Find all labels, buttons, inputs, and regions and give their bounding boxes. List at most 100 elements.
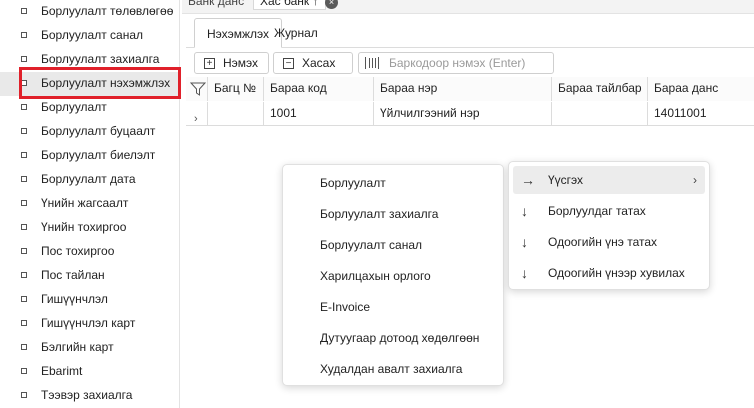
menu-item-sales-offer[interactable]: Борлуулалт санал xyxy=(283,231,503,259)
bullet-icon xyxy=(21,80,27,86)
menu-item-fetch-current-price-label: Одоогийн үнэ татах xyxy=(548,235,658,249)
bullet-icon xyxy=(21,296,27,302)
column-header-item-account[interactable]: Бараа данс xyxy=(648,77,754,101)
add-button-label: Нэмэх xyxy=(223,56,259,70)
tab-journal[interactable]: Журнал xyxy=(262,18,330,48)
grid-header-row: Багц № Бараа код Бараа нэр Бараа тайлбар… xyxy=(186,77,754,101)
bullet-icon xyxy=(21,224,27,230)
bullet-icon xyxy=(21,8,27,14)
sidebar-item-ebarimt[interactable]: Ebarimt xyxy=(0,360,179,384)
sidebar-item-label: Борлуулалт санал xyxy=(41,28,144,42)
cell-item-name[interactable]: Үйлчилгээний нэр xyxy=(374,102,552,126)
delete-button[interactable]: − Хасах xyxy=(273,52,353,74)
sidebar-item-sales[interactable]: Борлуулалт xyxy=(0,96,179,120)
sidebar-item-label: Тээвэр захиалга xyxy=(41,388,133,402)
menu-item-sales[interactable]: Борлуулалт xyxy=(283,169,503,197)
arrow-down-icon: ↓ xyxy=(521,265,528,281)
sidebar-item-sales-invoice[interactable]: Борлуулалт нэхэмжлэх xyxy=(0,72,179,96)
sidebar-item-label: Ebarimt xyxy=(41,364,83,378)
menu-item-create-label: Үүсгэх xyxy=(548,173,584,187)
filter-icon xyxy=(190,82,206,96)
table-row[interactable]: › 1001 Үйлчилгээний нэр 14011001 xyxy=(186,102,754,126)
sidebar-item-label: Борлуулалт дата xyxy=(41,172,136,186)
barcode-icon xyxy=(365,57,379,69)
sidebar-item-sales-data[interactable]: Борлуулалт дата xyxy=(0,168,179,192)
arrow-down-icon: ↓ xyxy=(521,234,528,250)
sidebar-nav: Борлуулалт төлөвлөгөө Борлуулалт санал Б… xyxy=(0,0,180,408)
bullet-icon xyxy=(21,152,27,158)
sidebar-item-membership[interactable]: Гишүүнчлэл xyxy=(0,288,179,312)
arrow-down-icon: ↓ xyxy=(521,203,528,219)
action-menu: → Үүсгэх › ↓ Борлуулдаг татах ↓ Одоогийн… xyxy=(508,161,710,290)
bullet-icon xyxy=(21,176,27,182)
bullet-icon xyxy=(21,272,27,278)
sidebar-item-label: Борлуулалт захиалга xyxy=(41,52,160,66)
sidebar-item-sales-offer[interactable]: Борлуулалт санал xyxy=(0,24,179,48)
menu-item-create[interactable]: → Үүсгэх › xyxy=(513,166,705,194)
row-expander[interactable]: › xyxy=(186,102,208,126)
sidebar-item-gift-card[interactable]: Бэлгийн карт xyxy=(0,336,179,360)
filter-cell[interactable] xyxy=(186,77,208,101)
bullet-icon xyxy=(21,368,27,374)
barcode-placeholder: Баркодоор нэмэх (Enter) xyxy=(389,56,526,70)
sidebar-item-transport-order[interactable]: Тээвэр захиалга xyxy=(0,384,179,408)
column-header-item-name[interactable]: Бараа нэр xyxy=(374,77,552,101)
bullet-icon xyxy=(21,320,27,326)
column-header-item-description[interactable]: Бараа тайлбар xyxy=(552,77,648,101)
sidebar-item-label: Пос тайлан xyxy=(41,268,105,282)
sidebar-item-label: Бэлгийн карт xyxy=(41,340,114,354)
sidebar-item-sales-return[interactable]: Борлуулалт буцаалт xyxy=(0,120,179,144)
bullet-icon xyxy=(21,200,27,206)
barcode-input[interactable]: Баркодоор нэмэх (Enter) xyxy=(358,52,554,74)
chevron-right-icon: › xyxy=(194,113,198,125)
sidebar-item-sales-fulfillment[interactable]: Борлуулалт биелэлт xyxy=(0,144,179,168)
sidebar-item-label: Пос тохиргоо xyxy=(41,244,115,258)
cell-batch-no[interactable] xyxy=(208,102,264,126)
bullet-icon xyxy=(21,344,27,350)
sidebar-item-label: Борлуулалт биелэлт xyxy=(41,148,156,162)
sidebar-item-price-list[interactable]: Үнийн жагсаалт xyxy=(0,192,179,216)
sidebar-item-label: Борлуулалт төлөвлөгөө xyxy=(41,4,174,18)
sidebar-item-label: Гишүүнчлэл xyxy=(41,292,108,306)
bullet-icon xyxy=(21,392,27,398)
sidebar-item-label: Үнийн жагсаалт xyxy=(41,196,129,210)
menu-item-e-invoice[interactable]: E-Invoice xyxy=(283,293,503,321)
cell-item-code[interactable]: 1001 xyxy=(264,102,374,126)
tab-bank-account[interactable]: Банк данс xyxy=(182,0,250,12)
menu-item-duplicate-current-price-label: Одоогийн үнээр хувилах xyxy=(548,266,685,280)
sidebar-item-label: Борлуулалт xyxy=(41,100,107,114)
cell-item-description[interactable] xyxy=(552,102,648,126)
arrow-right-icon: → xyxy=(521,172,535,188)
sidebar-item-label: Борлуулалт нэхэмжлэх xyxy=(41,76,171,90)
sidebar-item-sales-order[interactable]: Борлуулалт захиалга xyxy=(0,48,179,72)
column-header-item-code[interactable]: Бараа код xyxy=(264,77,374,101)
menu-item-customer-income[interactable]: Харилцахын орлого xyxy=(283,262,503,290)
minus-icon: − xyxy=(283,57,294,69)
menu-item-fetch-current-price[interactable]: ↓ Одоогийн үнэ татах xyxy=(509,228,709,256)
bullet-icon xyxy=(21,128,27,134)
menu-item-fetch-sold-label: Борлуулдаг татах xyxy=(548,204,646,218)
context-menu: Борлуулалт Борлуулалт захиалга Борлуулал… xyxy=(282,164,504,386)
sidebar-item-pos-report[interactable]: Пос тайлан xyxy=(0,264,179,288)
bullet-icon xyxy=(21,248,27,254)
menu-item-purchase-order[interactable]: Худалдан авалт захиалга xyxy=(283,355,503,383)
menu-item-fetch-sold[interactable]: ↓ Борлуулдаг татах xyxy=(509,197,709,225)
menu-item-duplicate-current-price[interactable]: ↓ Одоогийн үнээр хувилах xyxy=(509,259,709,287)
menu-item-sales-order[interactable]: Борлуулалт захиалга xyxy=(283,200,503,228)
sidebar-item-sales-plan[interactable]: Борлуулалт төлөвлөгөө xyxy=(0,0,179,24)
sidebar-item-label: Гишүүнчлэл карт xyxy=(41,316,136,330)
bullet-icon xyxy=(21,104,27,110)
sidebar-item-pos-settings[interactable]: Пос тохиргоо xyxy=(0,240,179,264)
sub-tab-bar: Нэхэмжлэх Журнал xyxy=(186,18,754,48)
bullet-icon xyxy=(21,56,27,62)
menu-item-internal-transfer[interactable]: Дутуугаар дотоод хөдөлгөөн xyxy=(283,324,503,352)
bullet-icon xyxy=(21,32,27,38)
delete-button-label: Хасах xyxy=(302,56,336,70)
column-header-batch-no[interactable]: Багц № xyxy=(208,77,264,101)
tab-khas-bank[interactable]: Хас банк ↑ xyxy=(253,0,326,10)
sidebar-item-membership-card[interactable]: Гишүүнчлэл карт xyxy=(0,312,179,336)
cell-item-account[interactable]: 14011001 xyxy=(648,102,754,126)
sidebar-item-price-settings[interactable]: Үнийн тохиргоо xyxy=(0,216,179,240)
add-button[interactable]: + Нэмэх xyxy=(194,52,269,74)
chevron-right-icon: › xyxy=(693,173,697,187)
